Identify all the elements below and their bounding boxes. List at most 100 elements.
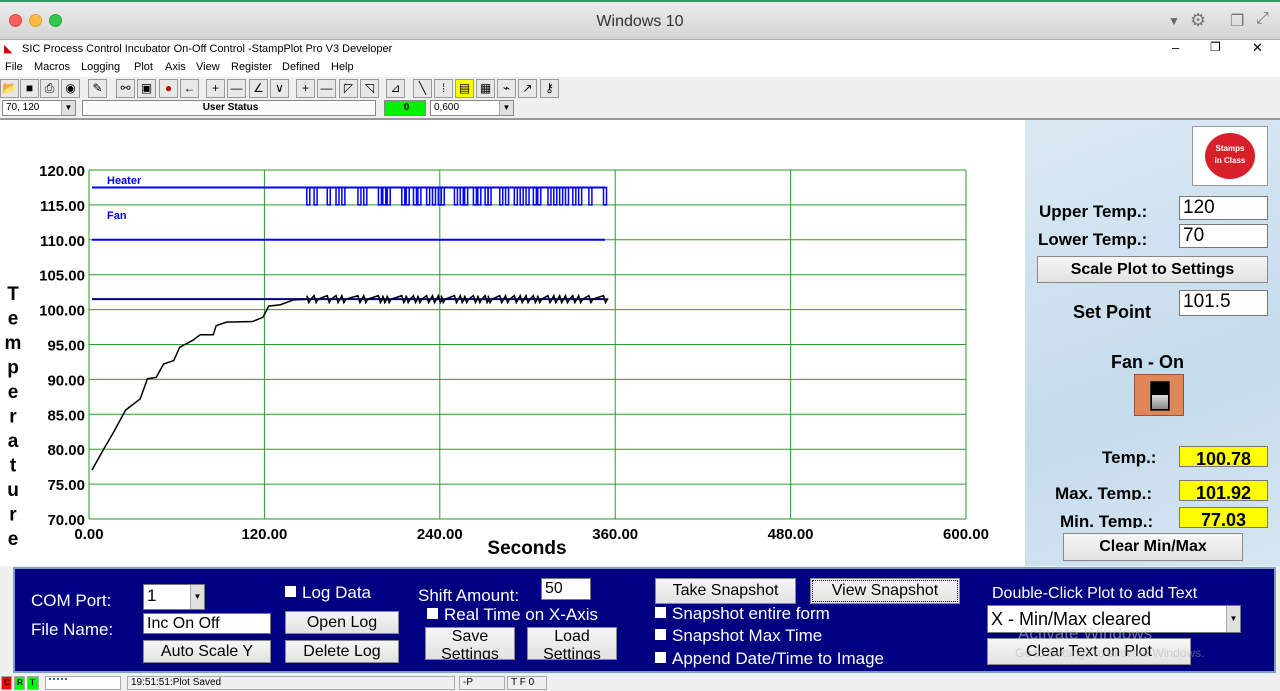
- fan-series-label: Fan: [107, 210, 127, 222]
- min-temp-label: Min. Temp.:: [1060, 512, 1154, 528]
- y-tick-label: 115.00: [40, 198, 85, 215]
- axis-icon[interactable]: ⊿: [386, 79, 405, 98]
- dropdown-triangle-icon[interactable]: ▼: [1168, 14, 1180, 28]
- heater-pulse: [363, 186, 368, 206]
- delete-log-button[interactable]: Delete Log: [285, 640, 399, 663]
- upper-temp-input[interactable]: 120: [1179, 196, 1268, 220]
- checkbox-icon[interactable]: [655, 652, 666, 663]
- camera-icon[interactable]: ◉: [61, 79, 80, 98]
- stop-icon[interactable]: ●: [159, 79, 178, 98]
- log-data-label: Log Data: [302, 583, 371, 602]
- calc-icon[interactable]: ▦: [476, 79, 495, 98]
- zoom-x-out-icon[interactable]: ∨: [270, 79, 289, 98]
- heater-pulse: [558, 186, 564, 206]
- save-icon[interactable]: ■: [20, 79, 39, 98]
- menu-help[interactable]: Help: [331, 61, 354, 73]
- plus-icon[interactable]: +: [206, 79, 225, 98]
- com-port-select[interactable]: 1 ▼: [143, 584, 205, 610]
- fan-toggle-switch[interactable]: [1134, 374, 1184, 416]
- log-data-checkbox[interactable]: Log Data: [285, 583, 371, 603]
- plus-icon[interactable]: +: [296, 79, 315, 98]
- heater-pulse: [401, 186, 406, 206]
- monitor-icon[interactable]: ▣: [137, 79, 156, 98]
- snapshot-max-checkbox[interactable]: Snapshot Max Time: [655, 626, 822, 646]
- minus-icon[interactable]: —: [317, 79, 336, 98]
- zoom-y-out-icon[interactable]: ◹: [360, 79, 379, 98]
- pen-icon[interactable]: ╲: [413, 79, 432, 98]
- append-date-checkbox[interactable]: Append Date/Time to Image: [655, 649, 884, 669]
- windows-icon[interactable]: ❐: [1230, 11, 1244, 31]
- menu-axis[interactable]: Axis: [165, 61, 186, 73]
- com-port-label: COM Port:: [31, 591, 112, 610]
- menu-defined[interactable]: Defined: [282, 61, 320, 73]
- open-log-button[interactable]: Open Log: [285, 611, 399, 634]
- print-icon[interactable]: ⎙: [40, 79, 59, 98]
- chevron-down-icon[interactable]: ▼: [61, 101, 75, 115]
- snapshot-entire-checkbox[interactable]: Snapshot entire form: [655, 604, 830, 624]
- auto-scale-y-button[interactable]: Auto Scale Y: [143, 640, 271, 663]
- heater-pulse: [577, 186, 583, 206]
- activation-watermark: Activate Windows: [1018, 624, 1153, 643]
- chevron-down-icon[interactable]: ▼: [499, 101, 513, 115]
- save-settings-button[interactable]: Save Settings: [425, 627, 515, 660]
- x-axis-label: Seconds: [487, 538, 566, 559]
- heater-pulse: [382, 186, 387, 206]
- clear-minmax-button[interactable]: Clear Min/Max: [1063, 533, 1243, 561]
- checkbox-icon[interactable]: [655, 629, 666, 640]
- menu-plot[interactable]: Plot: [134, 61, 153, 73]
- setpoint-input[interactable]: 101.5: [1179, 290, 1268, 316]
- plug-icon[interactable]: ⌁: [497, 79, 516, 98]
- connect-icon[interactable]: ⚯: [116, 79, 135, 98]
- x-range-select[interactable]: 0,600 ▼: [430, 100, 514, 116]
- y-axis-label-letter: e: [8, 309, 19, 330]
- app-icon: ◣: [4, 43, 13, 55]
- zoom-x-in-icon[interactable]: ∠: [249, 79, 268, 98]
- progress-bar: [45, 676, 121, 690]
- restore-icon[interactable]: ❐: [1210, 40, 1221, 54]
- y-tick-label: 95.00: [47, 338, 85, 355]
- menu-view[interactable]: View: [196, 61, 220, 73]
- close-icon[interactable]: ✕: [1252, 40, 1263, 56]
- menu-file[interactable]: File: [5, 61, 23, 73]
- lower-temp-input[interactable]: 70: [1179, 224, 1268, 248]
- points-icon[interactable]: ⁞: [434, 79, 453, 98]
- zoom-y-in-icon[interactable]: ◸: [339, 79, 358, 98]
- heater-pulse: [377, 186, 383, 206]
- note-icon[interactable]: ▤: [455, 79, 474, 98]
- chevron-down-icon[interactable]: ▼: [190, 585, 204, 609]
- chevron-down-icon[interactable]: ▼: [1226, 606, 1240, 632]
- y-range-select[interactable]: 70, 120 ▼: [2, 100, 76, 116]
- arrow-left-icon[interactable]: ←: [180, 79, 199, 98]
- minimize-icon[interactable]: –: [1172, 40, 1179, 55]
- real-time-checkbox[interactable]: Real Time on X-Axis: [427, 605, 598, 625]
- key-icon[interactable]: ⚷: [540, 79, 559, 98]
- y-axis-label-letter: e: [8, 382, 19, 403]
- menu-register[interactable]: Register: [231, 61, 272, 73]
- take-snapshot-button[interactable]: Take Snapshot: [655, 578, 796, 604]
- chart-icon[interactable]: ↗: [518, 79, 537, 98]
- menu-logging[interactable]: Logging: [81, 61, 120, 73]
- scale-plot-button[interactable]: Scale Plot to Settings: [1037, 256, 1268, 283]
- temperature-chart[interactable]: 0.00 120.00 240.00 360.00 480.00 600.0070.007…: [0, 120, 1025, 566]
- temp-value: 100.78: [1179, 446, 1268, 467]
- gear-icon[interactable]: ⚙: [1190, 10, 1206, 31]
- checkbox-icon[interactable]: [655, 607, 666, 618]
- view-snapshot-button[interactable]: View Snapshot: [810, 578, 960, 604]
- status-p: -P: [459, 676, 505, 690]
- load-settings-button[interactable]: Load Settings: [527, 627, 617, 660]
- open-icon[interactable]: 📂: [0, 79, 19, 98]
- com-port-value: 1: [147, 586, 157, 605]
- y-axis-label-letter: e: [8, 529, 19, 550]
- heater-pulse: [431, 186, 437, 206]
- wand-icon[interactable]: ✎: [88, 79, 107, 98]
- snapshot-max-label: Snapshot Max Time: [672, 626, 823, 645]
- checkbox-icon[interactable]: [427, 608, 438, 619]
- minus-icon[interactable]: —: [227, 79, 246, 98]
- checkbox-icon[interactable]: [285, 586, 296, 597]
- plot-area[interactable]: 0.00 120.00 240.00 360.00 480.00 600.00 70.00 7…: [0, 118, 1025, 566]
- shift-amount-input[interactable]: 50: [541, 578, 591, 600]
- file-name-input[interactable]: Inc On Off: [143, 613, 271, 634]
- menu-macros[interactable]: Macros: [34, 61, 70, 73]
- fullscreen-icon[interactable]: ⤢: [1256, 10, 1269, 28]
- y-tick-label: 100.00: [39, 303, 85, 320]
